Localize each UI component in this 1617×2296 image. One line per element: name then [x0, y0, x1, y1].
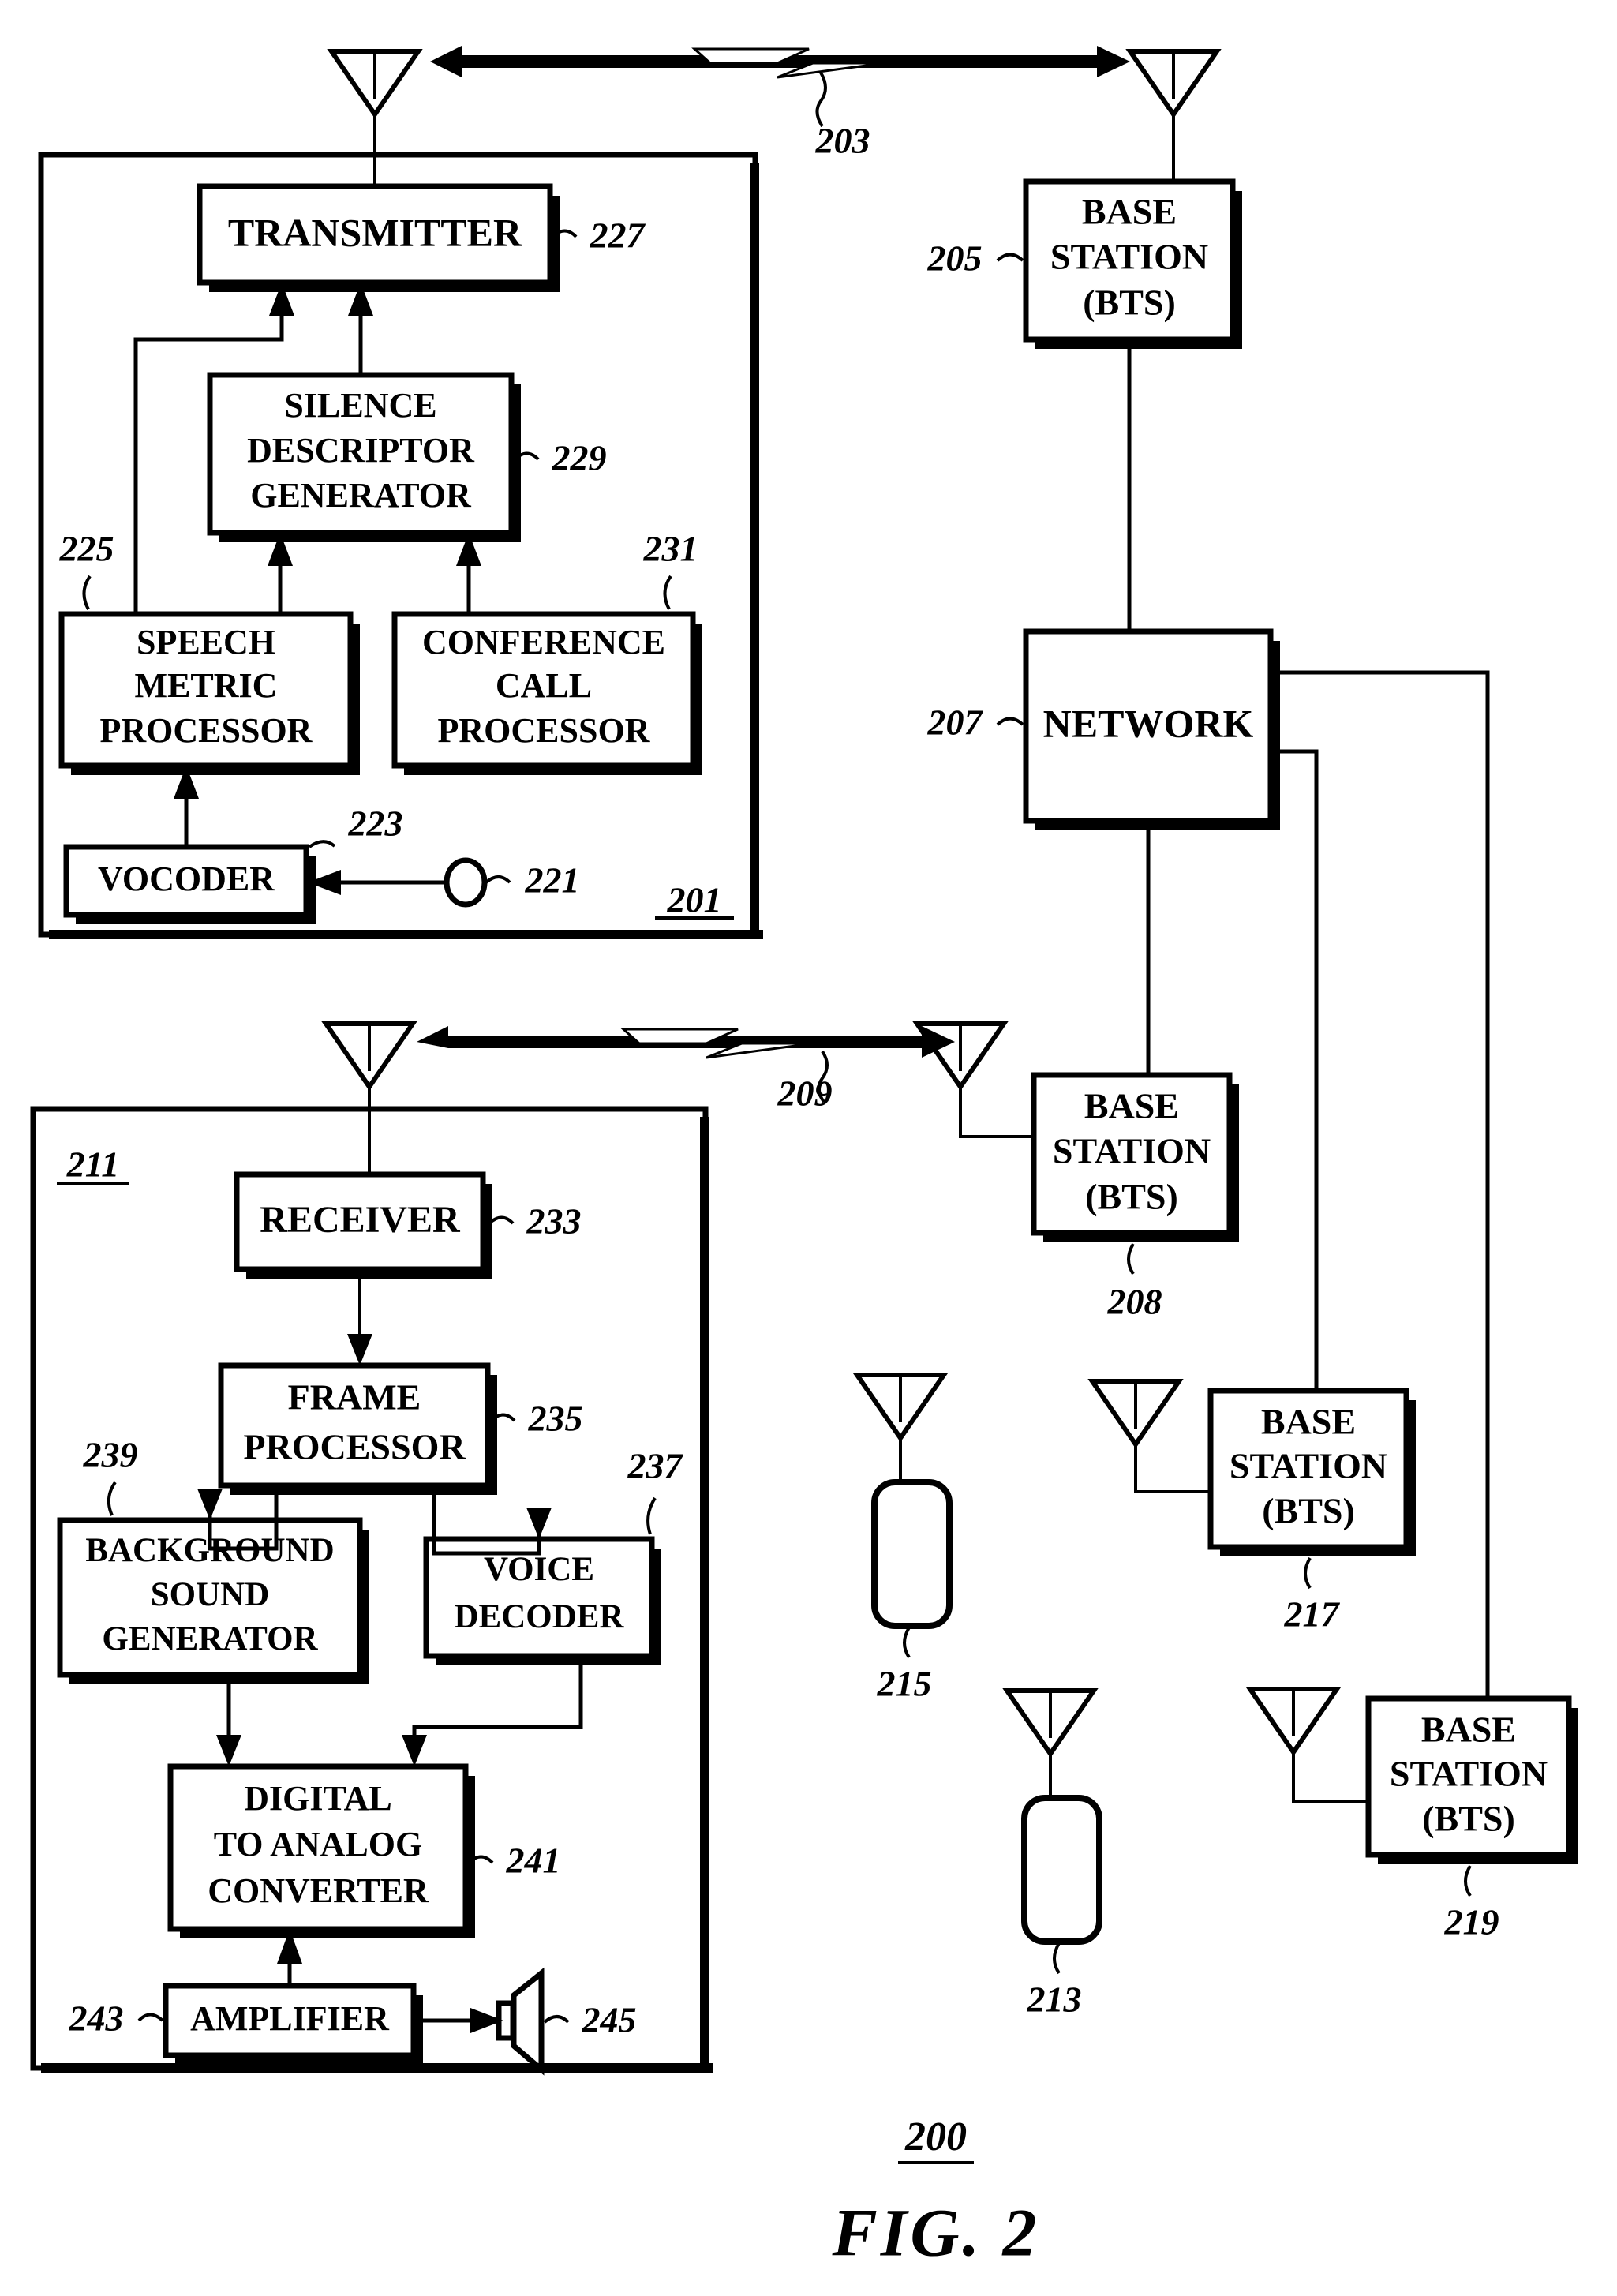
speech-metric-line1: SPEECH [137, 623, 275, 661]
background-sound-line3: GENERATOR [102, 1620, 318, 1657]
ref-number-227: 227 [590, 215, 646, 256]
ref-number-233: 233 [526, 1201, 582, 1242]
ref-number-243: 243 [69, 1998, 124, 2039]
transmitter-block: TRANSMITTER 227 [197, 183, 646, 292]
bts-219-line3: (BTS) [1422, 1799, 1515, 1839]
bts-208-line3: (BTS) [1085, 1177, 1178, 1217]
dac-line2: TO ANALOG [214, 1825, 422, 1863]
wireless-link-203: 203 [430, 46, 1130, 161]
bts-205-line1: BASE [1082, 192, 1177, 232]
patent-figure-2: 203 201 TRANSMITTER 227 SILENCE DESCRIPT… [0, 0, 1617, 2296]
silence-descriptor-line3: GENERATOR [250, 476, 472, 515]
conference-call-line3: PROCESSOR [438, 711, 651, 750]
ref-number-213: 213 [1027, 1980, 1082, 2020]
dac-line1: DIGITAL [244, 1779, 391, 1818]
antenna-icon-bts-205 [1125, 49, 1222, 183]
ref-number-211: 211 [66, 1144, 119, 1185]
vocoder-block: VOCODER 223 [63, 803, 403, 924]
ref-number-208: 208 [1107, 1282, 1162, 1322]
silence-descriptor-line1: SILENCE [284, 386, 436, 425]
conference-call-line1: CONFERENCE [422, 623, 665, 661]
base-station-205-block: BASE STATION (BTS) 205 [927, 178, 1242, 349]
base-station-217-block: BASE STATION (BTS) 217 [1207, 1388, 1416, 1635]
base-station-208-block: BASE STATION (BTS) 208 [1031, 1072, 1239, 1322]
handset-body-213 [1021, 1795, 1102, 1945]
ref-number-239: 239 [83, 1435, 138, 1475]
lightning-bolt-icon-209 [620, 1028, 814, 1059]
system-ref-number-200: 200 [904, 2114, 967, 2159]
bts-208-line2: STATION [1053, 1131, 1211, 1171]
speech-metric-line2: METRIC [135, 666, 278, 705]
frame-processor-line1: FRAME [288, 1377, 421, 1418]
voice-decoder-line2: DECODER [454, 1598, 624, 1635]
ref-number-221: 221 [525, 860, 580, 901]
silence-descriptor-line2: DESCRIPTOR [247, 431, 475, 470]
figure-caption: 200 FIG. 2 [832, 2114, 1040, 2271]
ref-number-237: 237 [627, 1446, 684, 1486]
silence-descriptor-generator-block: SILENCE DESCRIPTOR GENERATOR 229 [207, 372, 607, 542]
voice-decoder-line1: VOICE [484, 1551, 594, 1588]
antenna-icon-receive-unit [321, 1021, 417, 1180]
antenna-icon-transmit-unit [327, 49, 423, 201]
figure-canvas: 203 201 TRANSMITTER 227 SILENCE DESCRIPT… [30, 46, 1578, 2271]
ref-number-201: 201 [667, 880, 722, 920]
ref-number-245: 245 [582, 2000, 637, 2040]
network-label: NETWORK [1043, 701, 1254, 745]
speaker-icon: 245 [496, 1967, 637, 2076]
ref-number-217: 217 [1284, 1594, 1341, 1635]
receiver-label: RECEIVER [260, 1199, 461, 1241]
wireless-link-209: 209 [417, 1026, 955, 1114]
mobile-213: 213 [1002, 1688, 1102, 2020]
antenna-icon-bts-217 [1087, 1379, 1211, 1493]
transmitter-label: TRANSMITTER [228, 210, 522, 254]
bts-217-line3: (BTS) [1262, 1491, 1355, 1531]
ref-number-209: 209 [777, 1073, 833, 1114]
bts-217-line1: BASE [1261, 1402, 1356, 1442]
ref-number-241: 241 [506, 1841, 561, 1881]
ref-number-225: 225 [59, 529, 114, 569]
link-network-bts217 [1280, 749, 1319, 1391]
bts-217-line2: STATION [1230, 1446, 1387, 1486]
antenna-icon-bts-219 [1245, 1687, 1368, 1803]
ref-number-231: 231 [643, 529, 698, 569]
conference-call-processor-block: CONFERENCE CALL PROCESSOR 231 [391, 529, 702, 775]
receiver-block: RECEIVER 233 [234, 1171, 582, 1279]
network-block: NETWORK 207 [927, 628, 1280, 830]
ref-number-223: 223 [348, 803, 403, 844]
handset-body-215 [871, 1479, 953, 1629]
microphone-icon: 221 [444, 857, 580, 908]
background-sound-line2: SOUND [151, 1576, 270, 1613]
ref-number-215: 215 [877, 1664, 932, 1704]
lightning-bolt-icon [691, 47, 885, 79]
bts-219-line2: STATION [1390, 1754, 1548, 1794]
bts-219-line1: BASE [1421, 1710, 1516, 1750]
ref-number-229: 229 [552, 438, 607, 478]
mobile-215: 215 [852, 1373, 953, 1704]
bts-208-line1: BASE [1084, 1086, 1179, 1126]
ref-number-207: 207 [927, 702, 984, 743]
dac-block: DIGITAL TO ANALOG CONVERTER 241 [167, 1763, 561, 1938]
vocoder-label: VOCODER [98, 860, 275, 898]
amplifier-block: AMPLIFIER 243 [69, 1983, 423, 2065]
ref-number-205: 205 [927, 238, 983, 279]
bts-205-line3: (BTS) [1083, 283, 1176, 323]
base-station-219-block: BASE STATION (BTS) 219 [1365, 1695, 1578, 1942]
ref-number-235: 235 [528, 1399, 583, 1439]
frame-processor-block: FRAME PROCESSOR 235 [218, 1362, 583, 1495]
speech-metric-processor-block: SPEECH METRIC PROCESSOR 225 [58, 529, 360, 775]
frame-processor-line2: PROCESSOR [243, 1427, 466, 1467]
dac-line3: CONVERTER [208, 1871, 429, 1910]
conference-call-line2: CALL [496, 666, 592, 705]
ref-number-219: 219 [1444, 1902, 1499, 1942]
speech-metric-line3: PROCESSOR [100, 711, 313, 750]
figure-title: FIG. 2 [832, 2195, 1040, 2271]
ref-number-203: 203 [815, 121, 870, 161]
bts-205-line2: STATION [1050, 237, 1208, 277]
amplifier-label: AMPLIFIER [190, 1999, 390, 2038]
